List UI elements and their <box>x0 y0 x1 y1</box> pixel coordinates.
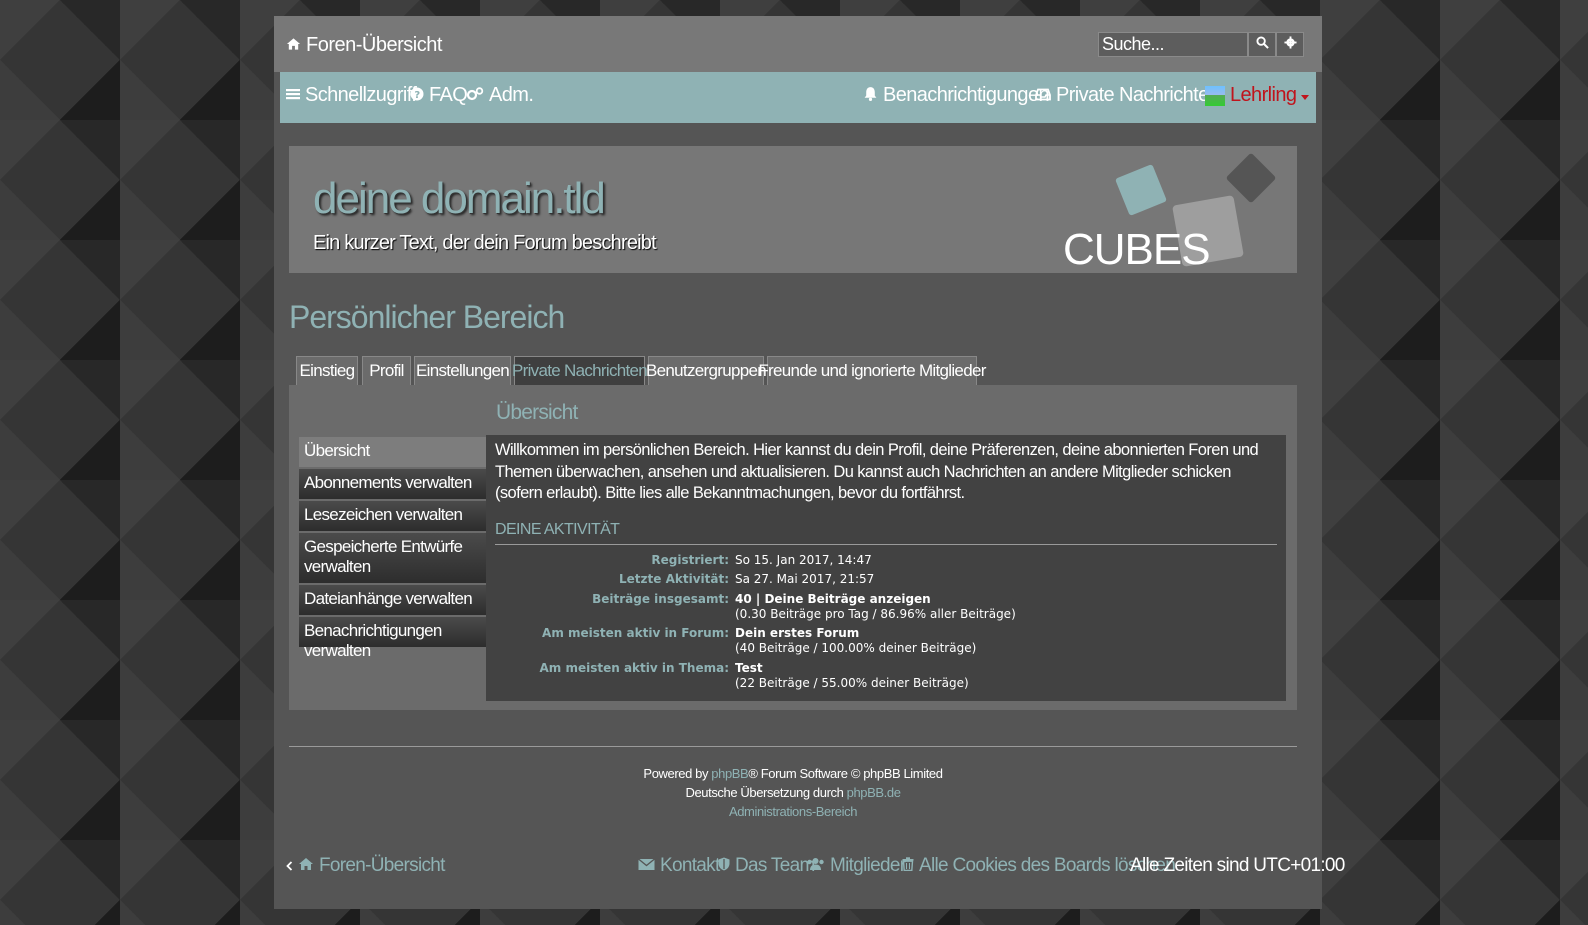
shield-icon <box>718 855 730 877</box>
top-bar: Foren-Übersicht Suche... <box>274 16 1322 72</box>
side-item-attachments[interactable]: Dateianhänge verwalten <box>299 585 487 615</box>
envelope-icon <box>638 855 655 877</box>
home-icon <box>286 34 301 57</box>
trash-icon <box>902 855 914 877</box>
side-item-bookmarks[interactable]: Lesezeichen verwalten <box>299 501 487 531</box>
faq-link[interactable]: ? FAQ <box>410 84 468 107</box>
hamburger-icon <box>286 84 300 107</box>
side-item-drafts[interactable]: Gespeicherte Entwürfe verwalten <box>299 533 487 583</box>
footer-forum-index-link[interactable]: Foren-Übersicht <box>286 855 445 877</box>
intro-text: Willkommen im persönlichen Bereich. Hier… <box>495 441 1259 502</box>
section-title: Übersicht <box>496 401 578 424</box>
gear-icon <box>1283 35 1297 54</box>
search-button[interactable] <box>1248 32 1276 57</box>
svg-text:?: ? <box>414 90 420 101</box>
username-label: Lehrling <box>1230 84 1297 106</box>
stat-label: Letzte Aktivität: <box>619 572 729 586</box>
chevron-left-icon <box>286 855 293 877</box>
logo-text: CUBES <box>1063 225 1210 270</box>
powered-by-line: Powered by phpBB® Forum Software © phpBB… <box>289 764 1297 783</box>
phpbb-de-link[interactable]: phpBB.de <box>847 785 901 800</box>
footer-nav: Foren-Übersicht Kontakt Das Team Mitglie… <box>274 836 1345 909</box>
show-posts-link[interactable]: Deine Beiträge anzeigen <box>764 592 930 606</box>
members-label: Mitglieder <box>830 855 906 876</box>
powered-by-text: Powered by <box>643 766 712 781</box>
question-icon: ? <box>410 84 424 107</box>
members-link[interactable]: Mitglieder <box>806 855 906 877</box>
stat-label: Registriert: <box>651 553 729 567</box>
acp-footer-link[interactable]: Administrations-Bereich <box>729 804 857 819</box>
tab-usergroups[interactable]: Benutzergruppen <box>646 356 767 385</box>
page-title: Persönlicher Bereich <box>289 299 565 335</box>
user-menu[interactable]: Lehrling <box>1205 84 1310 107</box>
contact-link[interactable]: Kontakt <box>638 855 720 877</box>
stat-detail: (22 Beiträge / 55.00% deiner Beiträge) <box>735 676 969 690</box>
side-item-notifications[interactable]: Benachrichtigungen verwalten <box>299 617 487 660</box>
stat-label: Am meisten aktiv in Forum: <box>542 626 729 640</box>
page-wrapper: Foren-Übersicht Suche... Schnellzugriff … <box>274 16 1345 909</box>
stat-label: Am meisten aktiv in Thema: <box>539 661 730 675</box>
phpbb-link[interactable]: phpBB <box>711 766 748 781</box>
tab-overview[interactable]: Einstieg <box>296 356 358 385</box>
private-messages-link[interactable]: Private Nachrichten <box>1035 84 1220 107</box>
footer-divider <box>289 746 1297 747</box>
tab-profile[interactable]: Profil <box>362 356 411 385</box>
acp-link[interactable]: Adm. <box>466 84 534 107</box>
copyright-block: Powered by phpBB® Forum Software © phpBB… <box>289 764 1297 821</box>
search-input[interactable]: Suche... <box>1098 32 1248 57</box>
software-text: ® Forum Software © phpBB Limited <box>748 766 943 781</box>
stat-value-group: 40 | Deine Beiträge anzeigen (0.30 Beitr… <box>735 592 1275 622</box>
activity-heading: DEINE AKTIVITÄT <box>495 521 620 538</box>
content-area: Willkommen im persönlichen Bereich. Hier… <box>486 435 1286 701</box>
notifications-label: Benachrichtigungen <box>883 84 1050 106</box>
acp-label: Adm. <box>489 84 534 106</box>
team-link[interactable]: Das Team <box>718 855 815 877</box>
tab-friends-foes[interactable]: Freunde und ignorierte Mitglieder <box>758 356 986 385</box>
notifications-link[interactable]: Benachrichtigungen <box>863 84 1050 107</box>
translation-text: Deutsche Übersetzung durch <box>685 785 847 800</box>
private-messages-label: Private Nachrichten <box>1056 84 1220 106</box>
stat-value: So 15. Jan 2017, 14:47 <box>735 553 872 567</box>
tab-preferences[interactable]: Einstellungen <box>414 356 511 385</box>
active-forum-link[interactable]: Dein erstes Forum <box>735 626 859 640</box>
caret-down-icon <box>1301 84 1310 107</box>
quick-links-label: Schnellzugriff <box>305 84 417 106</box>
team-label: Das Team <box>735 855 815 876</box>
stat-value-group: Test (22 Beiträge / 55.00% deiner Beiträ… <box>735 661 1275 691</box>
faq-label: FAQ <box>429 84 468 106</box>
site-description: Ein kurzer Text, der dein Forum beschrei… <box>313 232 657 254</box>
cubes-logo[interactable]: CUBES <box>1059 152 1289 274</box>
ucp-panel: Übersicht Übersicht Abonnements verwalte… <box>289 385 1297 710</box>
bell-icon <box>863 84 878 107</box>
quick-links-menu[interactable]: Schnellzugriff <box>286 84 417 107</box>
contact-label: Kontakt <box>660 855 720 876</box>
stat-label: Beiträge insgesamt: <box>592 592 729 606</box>
stat-detail: (40 Beiträge / 100.00% deiner Beiträge) <box>735 641 977 655</box>
stat-value-group: Dein erstes Forum (40 Beiträge / 100.00%… <box>735 626 1275 656</box>
stat-value: 40 | <box>735 592 765 606</box>
site-header: deine domain.tld Ein kurzer Text, der de… <box>289 146 1297 274</box>
search-icon <box>1255 35 1269 54</box>
acp-footer-line: Administrations-Bereich <box>289 802 1297 821</box>
stat-detail: (0.30 Beiträge pro Tag / 86.96% aller Be… <box>735 607 1016 621</box>
advanced-search-button[interactable] <box>1276 32 1304 57</box>
users-icon <box>806 855 825 877</box>
stat-value: Sa 27. Mai 2017, 21:57 <box>735 572 875 586</box>
footer-home-label: Foren-Übersicht <box>319 855 445 876</box>
side-item-overview[interactable]: Übersicht <box>299 437 487 467</box>
forum-index-link[interactable]: Foren-Übersicht <box>286 34 442 57</box>
nav-bar: Schnellzugriff ? FAQ Adm. Benachrichtigu… <box>280 72 1316 123</box>
home-icon <box>298 855 314 877</box>
tab-private-messages[interactable]: Private Nachrichten <box>512 356 648 385</box>
side-item-subscriptions[interactable]: Abonnements verwalten <box>299 469 487 499</box>
timezone-text: Alle Zeiten sind UTC+01:00 <box>1130 855 1345 876</box>
gears-icon <box>466 84 484 107</box>
inbox-icon <box>1035 84 1051 107</box>
avatar <box>1205 85 1225 106</box>
translation-line: Deutsche Übersetzung durch phpBB.de <box>289 783 1297 802</box>
forum-index-label: Foren-Übersicht <box>306 34 442 56</box>
divider <box>495 544 1277 545</box>
site-name[interactable]: deine domain.tld <box>313 174 606 224</box>
active-topic-link[interactable]: Test <box>735 661 763 675</box>
